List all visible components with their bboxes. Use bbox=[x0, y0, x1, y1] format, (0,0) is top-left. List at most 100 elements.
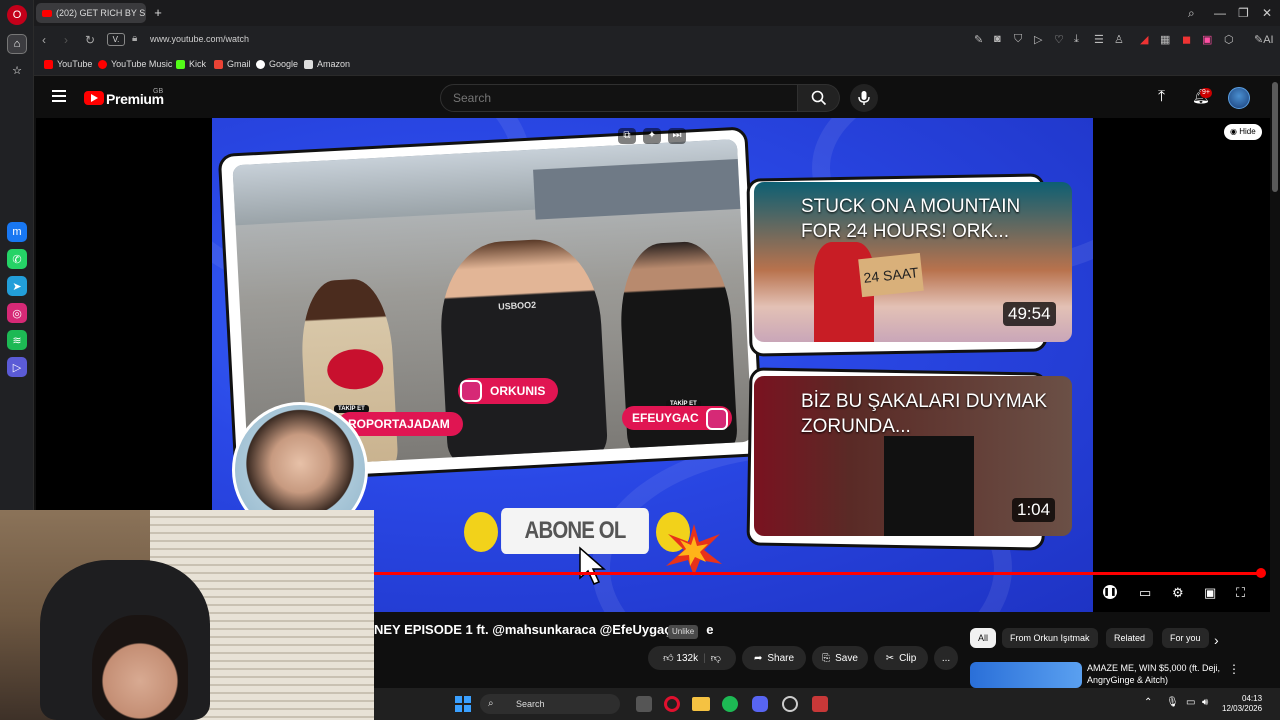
maximize-button[interactable]: ❐ bbox=[1238, 6, 1249, 20]
menu-icon[interactable]: ☰ bbox=[1094, 33, 1104, 46]
sparkle-icon[interactable]: ✦ bbox=[643, 128, 661, 144]
volume-icon[interactable]: 🔊︎ bbox=[1202, 697, 1208, 708]
new-tab-button[interactable]: + bbox=[150, 5, 166, 21]
tray-chevron-icon[interactable]: ⌃ bbox=[1144, 697, 1152, 708]
network-icon[interactable]: ▭ bbox=[1186, 697, 1195, 708]
bookmark-google[interactable]: Google bbox=[256, 59, 298, 69]
extension-3-icon[interactable]: ◼ bbox=[1182, 33, 1191, 46]
search-input[interactable] bbox=[440, 84, 798, 112]
discord-taskbar-icon[interactable] bbox=[752, 696, 768, 712]
active-tab[interactable]: (202) GET RICH BY SELLIN bbox=[36, 3, 146, 23]
star-icon[interactable]: ☆ bbox=[7, 60, 27, 80]
instagram-tag-efeuygac: EFEUYGAC bbox=[622, 406, 732, 430]
clip-button[interactable]: ✂ Clip bbox=[874, 646, 928, 670]
opera-taskbar-icon[interactable] bbox=[664, 696, 680, 712]
task-view-icon[interactable] bbox=[636, 696, 652, 712]
forward-button[interactable]: › bbox=[64, 33, 68, 47]
opera-logo-icon[interactable]: O bbox=[7, 5, 27, 25]
system-clock[interactable]: 04:13 12/03/2026 bbox=[1222, 694, 1262, 714]
app-taskbar-icon[interactable] bbox=[812, 696, 828, 712]
minimize-button[interactable]: — bbox=[1214, 6, 1226, 20]
lock-icon[interactable]: 🔒︎ bbox=[132, 33, 137, 44]
skip-icon[interactable]: ⏭ bbox=[668, 128, 686, 144]
reload-button[interactable]: ↻ bbox=[85, 33, 95, 47]
video-card-2-duration: 1:04 bbox=[1012, 498, 1056, 522]
chip-for-you[interactable]: For you bbox=[1162, 628, 1209, 648]
create-upload-icon[interactable]: ⤒ bbox=[1158, 88, 1165, 106]
close-button[interactable]: ✕ bbox=[1262, 6, 1272, 20]
steam-taskbar-icon[interactable] bbox=[782, 696, 798, 712]
extension-icon[interactable]: ◢ bbox=[1140, 33, 1148, 46]
bookmark-kick[interactable]: Kick bbox=[176, 59, 206, 69]
fullscreen-icon[interactable]: ⛶ bbox=[1236, 585, 1245, 601]
search-tabs-icon[interactable]: ⌕ bbox=[1188, 6, 1195, 21]
chip-all[interactable]: All bbox=[970, 628, 997, 648]
profile-icon[interactable]: ♙ bbox=[1114, 33, 1124, 46]
play-icon[interactable]: ▷ bbox=[1034, 33, 1042, 46]
tab-title: (202) GET RICH BY SELLIN bbox=[56, 8, 146, 18]
bookmark-gmail[interactable]: Gmail bbox=[214, 59, 251, 69]
related-video-title[interactable]: AMAZE ME, WIN $5,000 (ft. Deji, AngryGin… bbox=[1087, 662, 1227, 686]
windows-start-icon[interactable] bbox=[455, 696, 471, 712]
theater-mode-icon[interactable]: ▣ bbox=[1204, 585, 1216, 601]
like-button[interactable]: 👍︎ 132k bbox=[663, 652, 698, 664]
instagram-icon[interactable]: ◎ bbox=[7, 303, 27, 323]
download-icon[interactable]: ⤓ bbox=[1074, 33, 1079, 46]
related-video-thumbnail[interactable] bbox=[970, 662, 1082, 688]
dislike-button[interactable]: 👎︎ bbox=[711, 652, 721, 664]
more-actions-button[interactable]: ... bbox=[934, 646, 958, 670]
edit-icon[interactable]: ✎ bbox=[974, 33, 983, 46]
back-button[interactable]: ‹ bbox=[42, 33, 46, 47]
share-button[interactable]: ➦ Share bbox=[742, 646, 806, 670]
shield-icon[interactable]: ⛉ bbox=[1014, 33, 1022, 46]
like-dislike-group: 👍︎ 132k | 👎︎ bbox=[648, 646, 736, 670]
camera-icon[interactable]: ◙ bbox=[994, 33, 1001, 45]
yellow-blob-left bbox=[464, 512, 498, 552]
progress-bar[interactable] bbox=[374, 572, 1260, 575]
bookmark-youtube-music[interactable]: YouTube Music bbox=[98, 59, 172, 69]
instagram-icon bbox=[706, 408, 728, 430]
settings-gear-icon[interactable]: ⚙ bbox=[1172, 585, 1184, 601]
chip-related[interactable]: Related bbox=[1106, 628, 1154, 648]
microphone-icon bbox=[858, 91, 870, 105]
file-explorer-icon[interactable] bbox=[692, 697, 710, 711]
heart-icon[interactable]: ♡ bbox=[1054, 33, 1064, 46]
ai-button[interactable]: ✎AI bbox=[1254, 33, 1274, 46]
miniplayer-icon[interactable]: ⧉ bbox=[618, 128, 636, 144]
extensions-puzzle-icon[interactable]: ⬡ bbox=[1224, 33, 1234, 46]
video-card-2-title[interactable]: BİZ BU ŞAKALARI DUYMAK ZORUNDA... bbox=[801, 389, 1061, 439]
vpn-badge[interactable]: V. bbox=[107, 33, 125, 46]
amazon-icon bbox=[304, 59, 313, 69]
spotify-icon[interactable]: ≋ bbox=[7, 330, 27, 350]
microphone-tray-icon[interactable]: 🎙︎ bbox=[1166, 697, 1179, 708]
extension-4-icon[interactable]: ▣ bbox=[1202, 33, 1212, 46]
account-avatar[interactable] bbox=[1228, 87, 1250, 109]
chevron-right-icon[interactable]: › bbox=[1214, 632, 1219, 648]
telegram-icon[interactable]: ➤ bbox=[7, 276, 27, 296]
scrollbar-thumb[interactable] bbox=[1272, 82, 1278, 192]
webcam-overlay bbox=[0, 510, 374, 720]
video-card-1-title[interactable]: STUCK ON A MOUNTAIN FOR 24 HOURS! ORK... bbox=[801, 194, 1061, 244]
hide-button[interactable]: ◉ Hide bbox=[1224, 124, 1262, 140]
youtube-logo-icon[interactable] bbox=[84, 91, 104, 105]
bookmark-amazon[interactable]: Amazon bbox=[304, 59, 350, 69]
spotify-taskbar-icon[interactable] bbox=[722, 696, 738, 712]
scrubber-handle[interactable] bbox=[1256, 568, 1266, 578]
messenger-icon[interactable]: m bbox=[7, 222, 27, 242]
save-button[interactable]: ⎘ Save bbox=[812, 646, 868, 670]
chip-from-channel[interactable]: From Orkun Işıtmak bbox=[1002, 628, 1098, 648]
taskbar-search[interactable]: ⌕ Search bbox=[480, 694, 620, 714]
url-field[interactable]: www.youtube.com/watch bbox=[150, 34, 249, 44]
subtitles-icon[interactable]: ▭ bbox=[1139, 585, 1151, 601]
home-icon[interactable]: ⌂ bbox=[7, 34, 27, 54]
menu-icon[interactable] bbox=[52, 90, 66, 102]
voice-search-button[interactable] bbox=[850, 84, 878, 112]
extension-2-icon[interactable]: ▦ bbox=[1160, 33, 1170, 46]
whatsapp-icon[interactable]: ✆ bbox=[7, 249, 27, 269]
player-icon[interactable]: ▷ bbox=[7, 357, 27, 377]
related-more-icon[interactable]: ⋮ bbox=[1228, 662, 1240, 676]
autoplay-toggle[interactable]: ❚❚ bbox=[1103, 585, 1117, 599]
search-button[interactable] bbox=[798, 84, 840, 112]
hoodie-text: USBOO2 bbox=[497, 299, 537, 312]
bookmark-youtube[interactable]: YouTube bbox=[44, 59, 92, 69]
